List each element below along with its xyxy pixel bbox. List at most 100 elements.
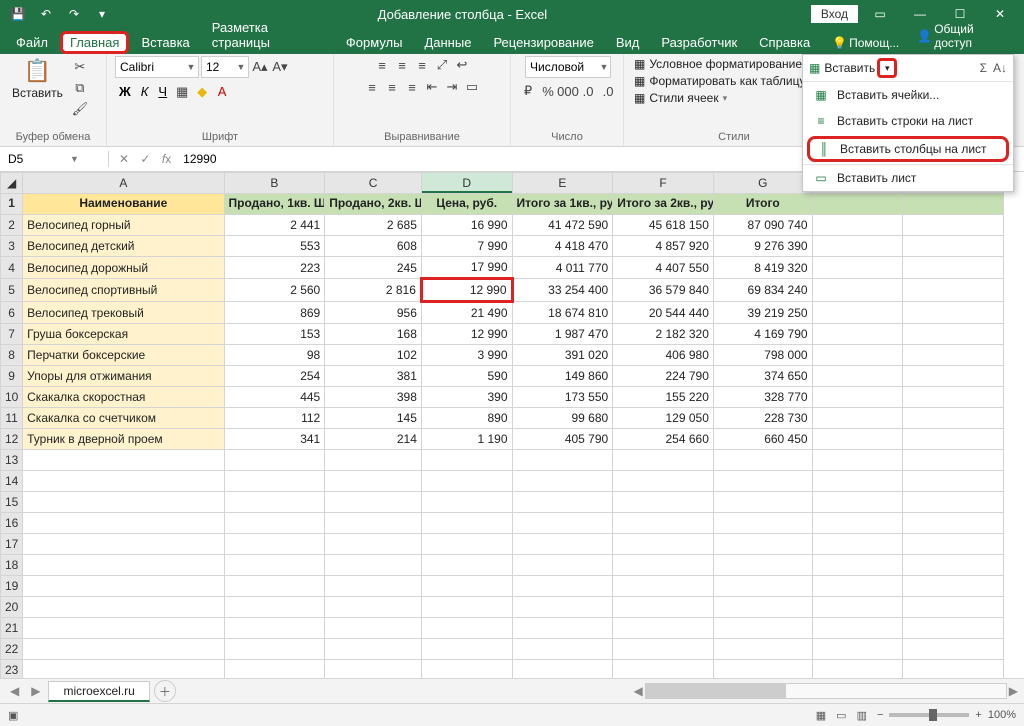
comma-icon[interactable]: 000: [559, 82, 577, 100]
underline-button[interactable]: Ч: [154, 82, 171, 101]
cell[interactable]: [903, 279, 1004, 302]
insert-sheet-item[interactable]: ▭Вставить лист: [803, 164, 1013, 191]
cell[interactable]: 173 550: [512, 387, 613, 408]
cell[interactable]: 4 011 770: [512, 257, 613, 279]
cell[interactable]: 145: [325, 408, 422, 429]
row-header[interactable]: 11: [1, 408, 23, 429]
name-box[interactable]: ▼: [0, 151, 109, 167]
cell[interactable]: [613, 555, 714, 576]
table-header[interactable]: Итого за 1кв., руб.: [512, 194, 613, 215]
cell[interactable]: [903, 257, 1004, 279]
cell[interactable]: Велосипед трековый: [23, 302, 224, 324]
cell[interactable]: [512, 639, 613, 660]
cell[interactable]: [812, 639, 903, 660]
row-header[interactable]: 3: [1, 236, 23, 257]
cell[interactable]: 41 472 590: [512, 215, 613, 236]
table-header[interactable]: Итого: [713, 194, 812, 215]
cell[interactable]: [812, 257, 903, 279]
cell[interactable]: 374 650: [713, 366, 812, 387]
cell[interactable]: 445: [224, 387, 325, 408]
cell[interactable]: [23, 618, 224, 639]
sheet-tab[interactable]: microexcel.ru: [48, 681, 149, 702]
cell[interactable]: 20 544 440: [613, 302, 714, 324]
cell[interactable]: [812, 618, 903, 639]
cell[interactable]: [325, 555, 422, 576]
zoom-value[interactable]: 100%: [988, 709, 1016, 721]
cell[interactable]: [812, 555, 903, 576]
cell[interactable]: 4 407 550: [613, 257, 714, 279]
table-header[interactable]: Продано, 2кв. Шт.: [325, 194, 422, 215]
cell[interactable]: Перчатки боксерские: [23, 345, 224, 366]
cell[interactable]: 553: [224, 236, 325, 257]
view-normal-icon[interactable]: ▦: [816, 709, 826, 722]
cell[interactable]: 39 219 250: [713, 302, 812, 324]
cell[interactable]: [23, 660, 224, 679]
indent-dec-icon[interactable]: ⇤: [423, 78, 441, 96]
cell[interactable]: [812, 279, 903, 302]
table-header[interactable]: Цена, руб.: [421, 194, 512, 215]
cell[interactable]: [903, 324, 1004, 345]
align-bottom-icon[interactable]: ≡: [413, 56, 431, 74]
cell[interactable]: [812, 429, 903, 450]
cell[interactable]: [903, 660, 1004, 679]
tab-developer[interactable]: Разработчик: [651, 31, 747, 54]
cell[interactable]: [903, 302, 1004, 324]
cell[interactable]: [903, 534, 1004, 555]
cell[interactable]: [812, 387, 903, 408]
row-header[interactable]: 5: [1, 279, 23, 302]
cell[interactable]: 590: [421, 366, 512, 387]
cell[interactable]: 660 450: [713, 429, 812, 450]
indent-inc-icon[interactable]: ⇥: [443, 78, 461, 96]
cell[interactable]: [903, 492, 1004, 513]
tab-formulas[interactable]: Формулы: [336, 31, 413, 54]
cell[interactable]: [812, 471, 903, 492]
row-header[interactable]: 14: [1, 471, 23, 492]
col-C[interactable]: C: [325, 173, 422, 194]
format-as-table-button[interactable]: ▦Форматировать как таблицу▾: [632, 73, 816, 89]
cell[interactable]: 102: [325, 345, 422, 366]
sort-filter-icon[interactable]: A↓: [993, 61, 1007, 75]
cell[interactable]: [325, 492, 422, 513]
fx-icon[interactable]: fx: [158, 152, 175, 166]
align-right-icon[interactable]: ≡: [403, 78, 421, 96]
row-header[interactable]: 4: [1, 257, 23, 279]
cell[interactable]: [224, 534, 325, 555]
cell[interactable]: [903, 576, 1004, 597]
cell[interactable]: 17 990: [421, 257, 512, 279]
bold-button[interactable]: Ж: [115, 82, 135, 101]
tab-insert[interactable]: Вставка: [131, 31, 199, 54]
fill-color-icon[interactable]: ◆: [193, 83, 211, 101]
cell[interactable]: 21 490: [421, 302, 512, 324]
font-name-combo[interactable]: ▼: [115, 56, 199, 78]
cell[interactable]: 956: [325, 302, 422, 324]
tab-file[interactable]: Файл: [6, 31, 58, 54]
percent-icon[interactable]: %: [539, 82, 557, 100]
cell[interactable]: [613, 597, 714, 618]
cell[interactable]: [224, 618, 325, 639]
row-header[interactable]: 16: [1, 513, 23, 534]
cell[interactable]: [903, 408, 1004, 429]
cell[interactable]: [325, 660, 422, 679]
cell[interactable]: [713, 597, 812, 618]
cell[interactable]: [613, 639, 714, 660]
cell[interactable]: [713, 450, 812, 471]
sheet-nav-next-icon[interactable]: ▶: [27, 684, 44, 698]
cell[interactable]: Груша боксерская: [23, 324, 224, 345]
cell[interactable]: 87 090 740: [713, 215, 812, 236]
zoom-control[interactable]: − + 100%: [877, 709, 1016, 721]
cell[interactable]: [713, 618, 812, 639]
cell[interactable]: 223: [224, 257, 325, 279]
worksheet-grid[interactable]: ◢ A B C D E F G H I 1НаименованиеПродано…: [0, 172, 1024, 678]
italic-button[interactable]: К: [137, 82, 153, 101]
cell[interactable]: Велосипед горный: [23, 215, 224, 236]
cell[interactable]: [613, 618, 714, 639]
cell[interactable]: 45 618 150: [613, 215, 714, 236]
cell[interactable]: 224 790: [613, 366, 714, 387]
active-cell[interactable]: 12 990: [421, 279, 512, 302]
add-sheet-button[interactable]: ＋: [154, 680, 176, 702]
cell[interactable]: 391 020: [512, 345, 613, 366]
row-header[interactable]: 9: [1, 366, 23, 387]
cell[interactable]: 228 730: [713, 408, 812, 429]
cell[interactable]: [903, 513, 1004, 534]
cell[interactable]: Скакалка со счетчиком: [23, 408, 224, 429]
